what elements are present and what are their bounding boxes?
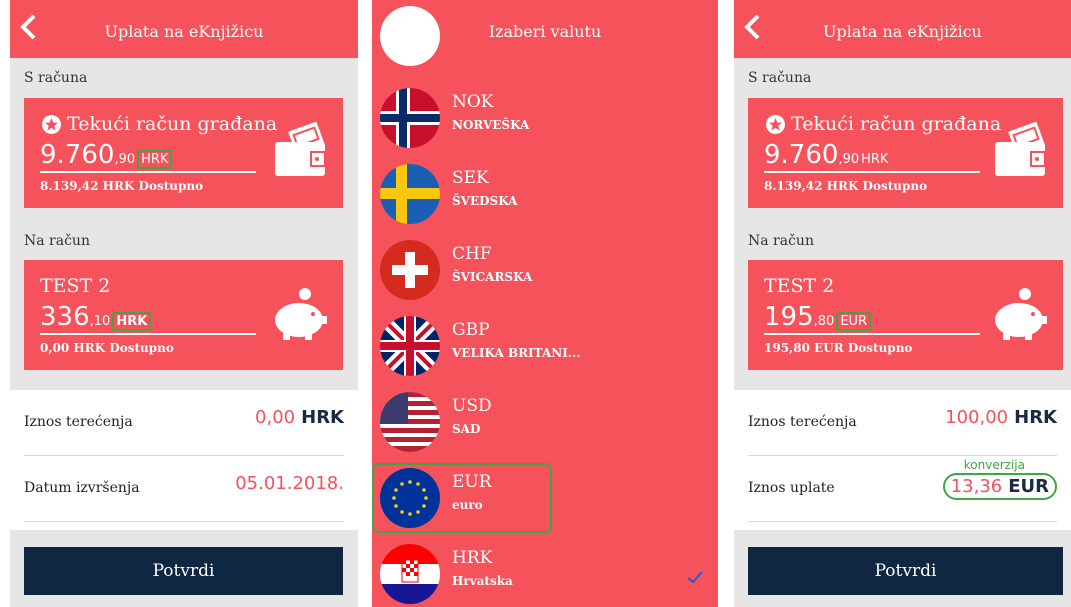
to-account-label: Na račun xyxy=(748,233,814,249)
currency-code: CHF xyxy=(452,244,492,264)
conversion-note: konverzija xyxy=(963,458,1025,472)
account-name: Tekući račun građana xyxy=(67,113,278,135)
to-account-label: Na račun xyxy=(24,233,90,249)
wallet-icon xyxy=(995,122,1046,176)
account-balance: 9.760,90 HRK xyxy=(764,140,888,170)
currency-country: VELIKA BRITANI... xyxy=(452,346,581,360)
from-account-card[interactable]: Tekući račun građana 9.760,90 HRK 8.139,4… xyxy=(24,98,343,208)
currency-code: NOK xyxy=(452,92,494,112)
checkmark-icon xyxy=(687,571,703,584)
debit-currency: HRK xyxy=(301,407,344,428)
debit-amount: 100,00 xyxy=(945,407,1009,428)
debit-value: 100,00 HRK xyxy=(945,407,1057,428)
balance-decimal: ,90 xyxy=(838,152,860,167)
debit-row[interactable]: Iznos terećenja 100,00 HRK xyxy=(748,390,1057,456)
balance-decimal: ,10 xyxy=(89,314,111,329)
conversion-highlight: 13,36 EUR xyxy=(942,473,1057,500)
available-balance: 8.139,42 HRK Dostupno xyxy=(40,179,204,193)
balance-main: 9.760 xyxy=(764,140,839,170)
balance-currency: HRK xyxy=(137,150,173,169)
account-name: TEST 2 xyxy=(764,275,835,297)
currency-country: NORVEŠKA xyxy=(452,118,530,132)
croatia-flag-icon xyxy=(380,544,440,604)
confirm-button[interactable]: Potvrdi xyxy=(24,547,343,595)
screen-payment-before: Uplata na eKnjižicu S računa Tekući raču… xyxy=(10,0,358,607)
date-value: 05.01.2018. xyxy=(235,473,344,494)
details-area: Iznos terećenja 0,00 HRK Datum izvršenja … xyxy=(10,390,358,530)
balance-currency: HRK xyxy=(112,312,152,331)
currency-code: USD xyxy=(452,396,492,416)
currency-code: HRK xyxy=(452,548,493,568)
available-balance: 195,80 EUR Dostupno xyxy=(764,341,913,355)
from-account-label: S računa xyxy=(748,70,812,86)
screen-title: Uplata na eKnjižicu xyxy=(104,22,264,41)
currency-item-sek[interactable]: SEK ŠVEDSKA xyxy=(372,156,718,232)
usa-flag-icon xyxy=(380,392,440,452)
currency-country: ŠVEDSKA xyxy=(452,194,518,208)
payment-amount: 13,36 xyxy=(950,476,1003,497)
available-balance: 8.139,42 HRK Dostupno xyxy=(764,179,928,193)
divider xyxy=(764,171,980,173)
sweden-flag-icon xyxy=(380,164,440,224)
debit-label: Iznos terećenja xyxy=(24,414,133,430)
screen-payment-after: Uplata na eKnjižicu S računa Tekući raču… xyxy=(734,0,1071,607)
wallet-icon xyxy=(275,122,326,176)
available-balance: 0,00 HRK Dostupno xyxy=(40,341,174,355)
balance-currency: HRK xyxy=(861,152,889,167)
confirm-button[interactable]: Potvrdi xyxy=(748,547,1063,595)
screen-choose-currency: Izaberi valutu NOK NORVEŠKA SEK ŠVEDSKA xyxy=(372,0,718,607)
screen-title: Uplata na eKnjižicu xyxy=(823,22,982,41)
piggy-bank-icon xyxy=(275,288,327,340)
account-balance: 195,80 EUR xyxy=(764,302,872,332)
selection-highlight xyxy=(372,463,552,533)
payment-value: 13,36 EUR xyxy=(942,473,1057,500)
divider xyxy=(40,333,256,335)
top-bar: Uplata na eKnjižicu xyxy=(734,0,1071,58)
to-account-card[interactable]: TEST 2 336,10 HRK 0,00 HRK Dostupno xyxy=(24,260,343,370)
divider xyxy=(764,333,980,335)
date-row[interactable]: Datum izvršenja 05.01.2018. xyxy=(24,456,344,522)
account-name: Tekući račun građana xyxy=(791,113,1002,135)
currency-country: SAD xyxy=(452,422,481,436)
balance-decimal: ,80 xyxy=(813,314,835,329)
switzerland-flag-icon xyxy=(380,240,440,300)
balance-decimal: ,90 xyxy=(114,152,136,167)
uk-flag-icon xyxy=(380,316,440,376)
account-balance: 9.760,90 HRK xyxy=(40,140,173,170)
star-icon xyxy=(42,115,61,134)
debit-value: 0,00 HRK xyxy=(255,407,344,428)
to-account-card[interactable]: TEST 2 195,80 EUR 195,80 EUR Dostupno xyxy=(748,260,1063,370)
account-name: TEST 2 xyxy=(40,275,111,297)
debit-label: Iznos terećenja xyxy=(748,414,857,430)
partial-flag xyxy=(380,6,440,66)
currency-item-gbp[interactable]: GBP VELIKA BRITANI... xyxy=(372,308,718,384)
account-balance: 336,10 HRK xyxy=(40,302,152,332)
from-account-label: S računa xyxy=(24,70,88,86)
balance-main: 336 xyxy=(40,302,90,332)
divider xyxy=(40,171,256,173)
star-icon xyxy=(766,115,785,134)
debit-currency: HRK xyxy=(1014,407,1057,428)
currency-country: Hrvatska xyxy=(452,574,513,588)
piggy-bank-icon xyxy=(995,288,1047,340)
currency-item-chf[interactable]: CHF ŠVICARSKA xyxy=(372,232,718,308)
top-bar: Uplata na eKnjižicu xyxy=(10,0,358,58)
balance-main: 195 xyxy=(764,302,814,332)
payment-label: Iznos uplate xyxy=(748,480,835,496)
debit-row[interactable]: Iznos terećenja 0,00 HRK xyxy=(24,390,344,456)
from-account-card[interactable]: Tekući račun građana 9.760,90 HRK 8.139,4… xyxy=(748,98,1063,208)
debit-amount: 0,00 xyxy=(255,407,296,428)
currency-code: SEK xyxy=(452,168,489,188)
currency-item-hrk[interactable]: HRK Hrvatska xyxy=(372,536,718,607)
currency-country: ŠVICARSKA xyxy=(452,270,533,284)
currency-item-nok[interactable]: NOK NORVEŠKA xyxy=(372,80,718,156)
payment-currency: EUR xyxy=(1008,476,1049,497)
currency-item-usd[interactable]: USD SAD xyxy=(372,384,718,460)
balance-currency: EUR xyxy=(836,312,872,331)
date-label: Datum izvršenja xyxy=(24,480,140,496)
balance-main: 9.760 xyxy=(40,140,115,170)
currency-code: GBP xyxy=(452,320,490,340)
norway-flag-icon xyxy=(380,88,440,148)
